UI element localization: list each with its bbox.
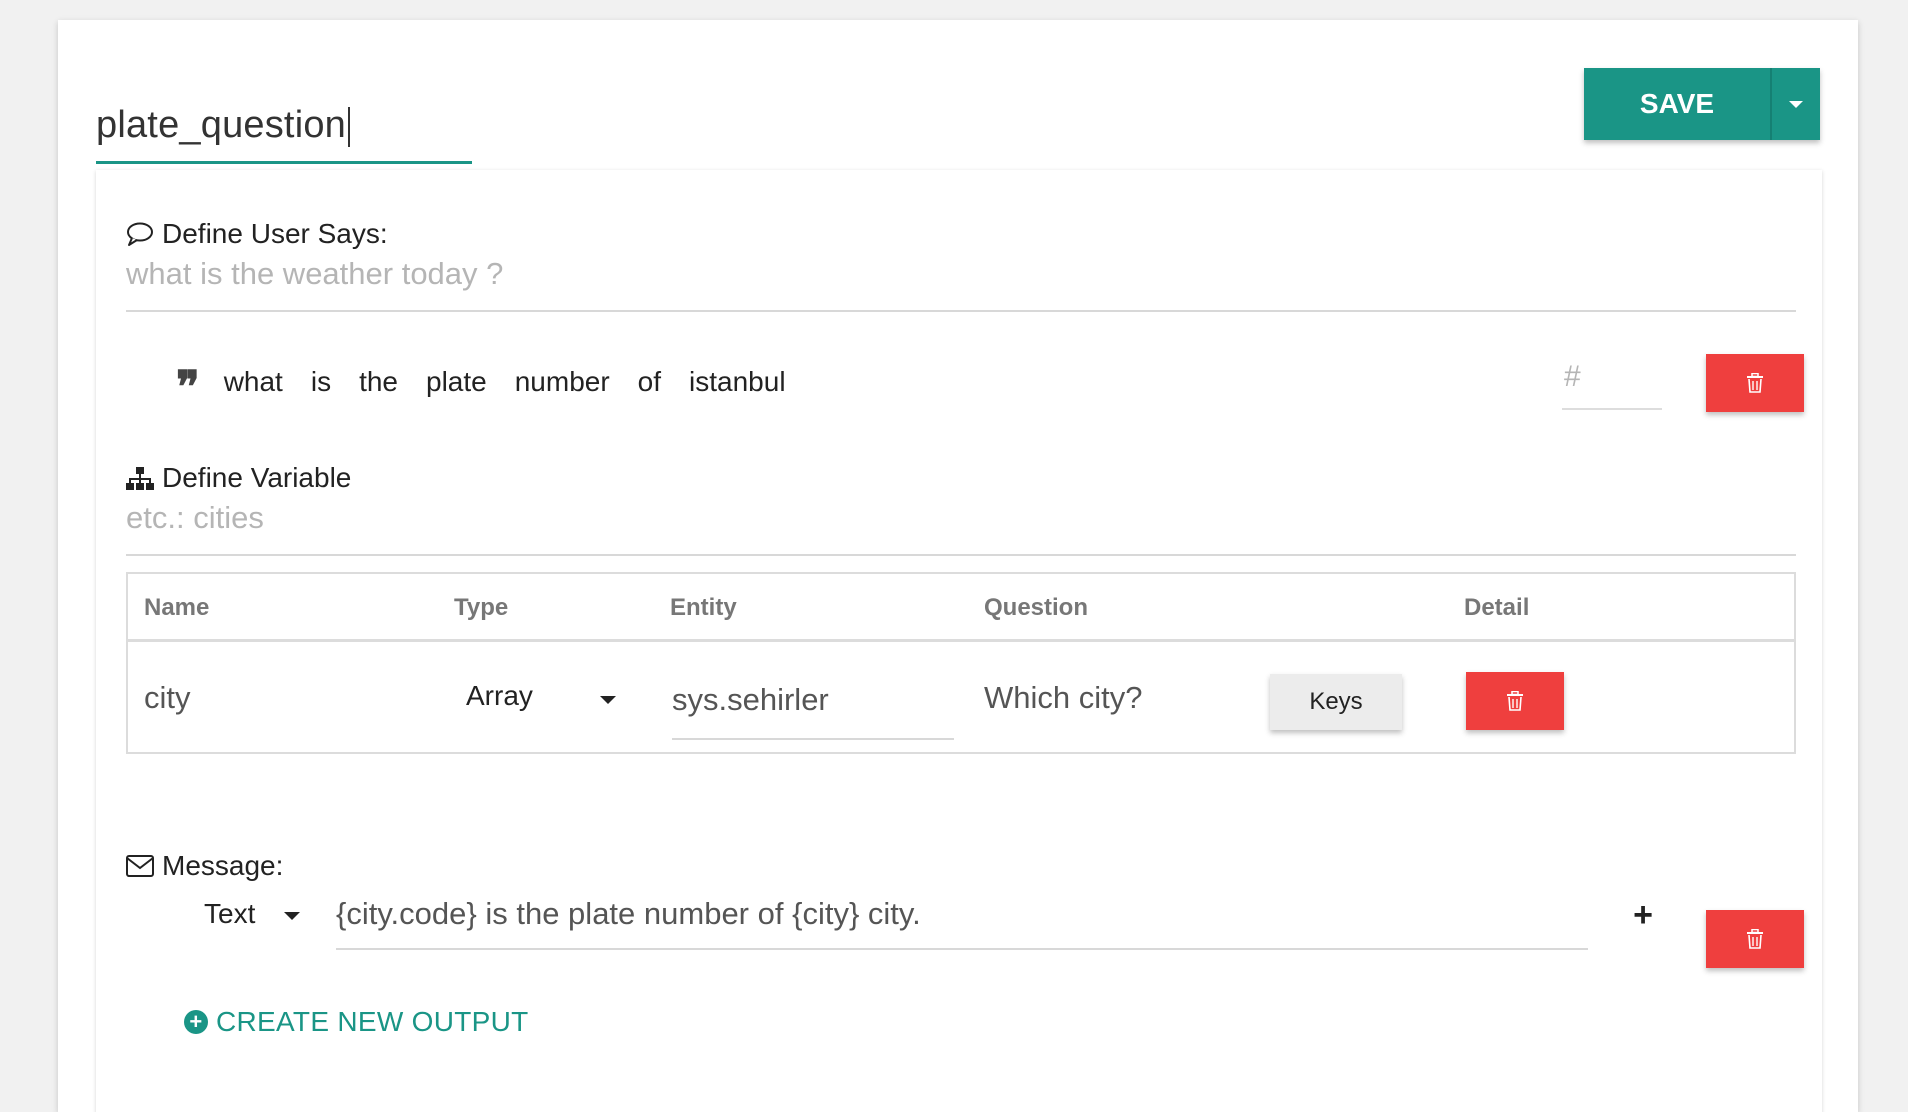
chevron-down-icon	[284, 912, 300, 920]
user-says-heading: Define User Says:	[126, 218, 388, 250]
utterance-word[interactable]: of	[638, 366, 661, 398]
variable-name-cell[interactable]: city	[144, 680, 191, 716]
message-heading: Message:	[126, 850, 283, 882]
delete-message-button[interactable]	[1706, 910, 1804, 968]
message-type-value: Text	[204, 898, 256, 929]
variable-label: Define Variable	[162, 462, 352, 493]
message-label: Message:	[162, 850, 284, 881]
variable-placeholder: etc.: cities	[126, 500, 264, 535]
add-message-button[interactable]: +	[1628, 896, 1658, 934]
trash-icon	[1507, 691, 1523, 711]
quote-icon: ❞	[176, 362, 200, 413]
envelope-icon	[126, 855, 154, 877]
create-output-label: CREATE NEW OUTPUT	[216, 1006, 529, 1037]
utterance-word[interactable]: number	[515, 366, 610, 398]
keys-button[interactable]: Keys	[1270, 674, 1402, 730]
variable-question-cell[interactable]: Which city?	[984, 680, 1142, 716]
utterance-word[interactable]: plate	[426, 366, 487, 398]
save-options-dropdown[interactable]	[1770, 68, 1820, 140]
sitemap-icon	[126, 467, 154, 490]
delete-variable-button[interactable]	[1466, 672, 1564, 730]
variables-table: Name Type Entity Question Detail city Ar…	[126, 572, 1796, 754]
variable-type-select[interactable]: Array	[466, 680, 626, 720]
column-header-detail: Detail	[1464, 594, 1530, 621]
column-header-entity: Entity	[670, 594, 737, 621]
intent-editor-page: plate_question SAVE Define User Says: wh…	[58, 20, 1858, 1112]
text-caret	[348, 106, 351, 147]
save-button[interactable]: SAVE	[1584, 68, 1770, 140]
utterance-hash-input[interactable]: #	[1562, 350, 1662, 410]
user-says-input[interactable]: what is the weather today ?	[126, 248, 1796, 312]
intent-card: Define User Says: what is the weather to…	[96, 170, 1822, 1112]
speech-bubble-icon	[127, 222, 153, 246]
intent-name-value-wrap: plate_question	[96, 104, 351, 147]
create-new-output-link[interactable]: + CREATE NEW OUTPUT	[184, 1006, 529, 1038]
utterance-word[interactable]: what	[224, 366, 283, 398]
variable-entity-value: sys.sehirler	[672, 682, 829, 717]
chevron-down-icon	[1789, 100, 1803, 108]
utterance-word[interactable]: istanbul	[689, 366, 786, 398]
variable-entity-input[interactable]: sys.sehirler	[672, 668, 954, 740]
trash-icon	[1747, 373, 1763, 393]
plus-icon: +	[1633, 895, 1653, 934]
plus-circle-icon: +	[184, 1010, 208, 1034]
chevron-down-icon	[600, 696, 616, 704]
message-text-value: {city.code} is the plate number of {city…	[336, 896, 921, 931]
message-type-select[interactable]: Text	[204, 898, 334, 938]
variable-heading: Define Variable	[126, 462, 351, 494]
variable-input[interactable]: etc.: cities	[126, 492, 1796, 556]
column-header-question: Question	[984, 594, 1089, 621]
message-text-input[interactable]: {city.code} is the plate number of {city…	[336, 882, 1588, 950]
utterance-word[interactable]: is	[311, 366, 331, 398]
hash-placeholder: #	[1564, 360, 1581, 393]
trash-icon	[1747, 929, 1763, 949]
utterance-row: ❞ what is the plate number of istanbul	[176, 360, 814, 410]
table-header: Name Type Entity Question Detail	[128, 574, 1794, 642]
column-header-type: Type	[454, 594, 509, 621]
variable-type-value: Array	[466, 680, 533, 711]
save-button-group: SAVE	[1584, 68, 1820, 140]
intent-name-value: plate_question	[96, 104, 347, 146]
utterance-word[interactable]: the	[359, 366, 398, 398]
column-header-name: Name	[144, 594, 210, 621]
user-says-placeholder: what is the weather today ?	[126, 256, 504, 291]
intent-name-input[interactable]: plate_question	[96, 78, 472, 164]
delete-utterance-button[interactable]	[1706, 354, 1804, 412]
user-says-label: Define User Says:	[162, 218, 388, 249]
